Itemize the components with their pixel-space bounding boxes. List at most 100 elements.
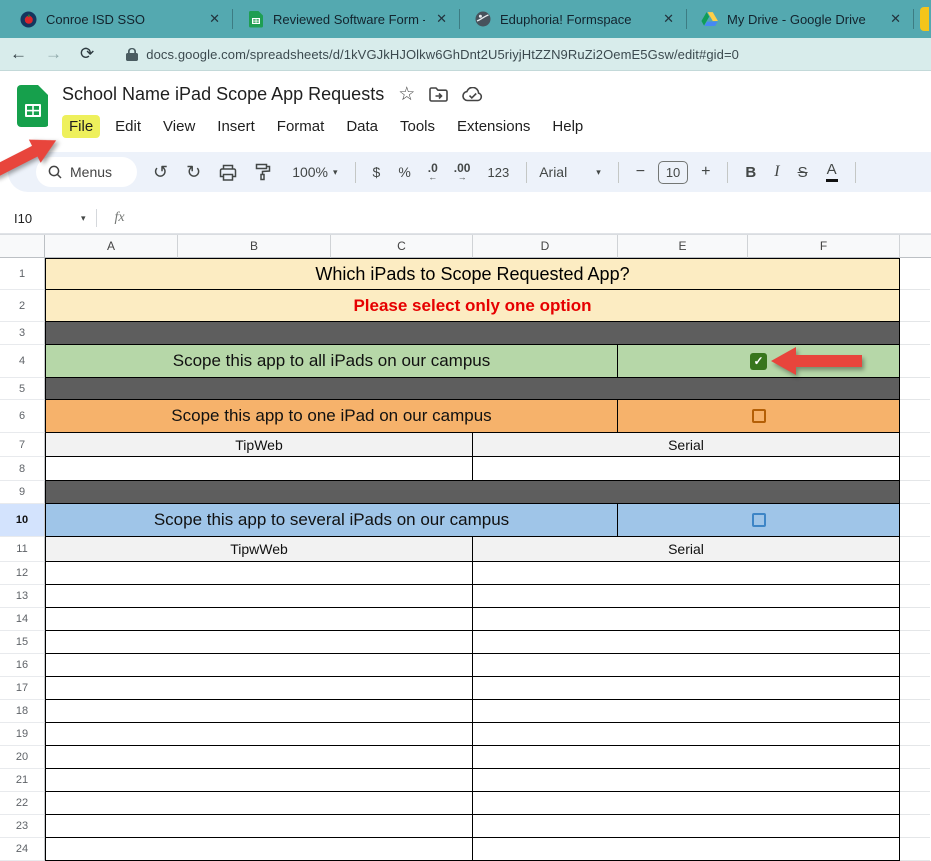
more-formats-button[interactable]: 123	[487, 165, 509, 180]
row-header-13[interactable]: 13	[0, 585, 45, 608]
corner-cell[interactable]	[0, 235, 45, 258]
menu-format[interactable]: Format	[270, 115, 332, 138]
cell-r18-right[interactable]	[473, 700, 899, 722]
partial-yellow-tab[interactable]	[920, 7, 929, 31]
format-currency-button[interactable]: $	[373, 164, 381, 180]
column-header-b[interactable]: B	[178, 235, 331, 258]
cell-r20-right[interactable]	[473, 746, 899, 768]
zoom-select[interactable]: 100%▾	[292, 164, 337, 180]
row-header-21[interactable]: 21	[0, 769, 45, 792]
text-color-button[interactable]: A	[826, 162, 838, 182]
cell-r10-checkbox-cell[interactable]	[618, 504, 899, 536]
cell-r14-right[interactable]	[473, 608, 899, 630]
tab-close-icon[interactable]: ✕	[661, 11, 676, 27]
cell-r13-left[interactable]	[46, 585, 473, 607]
cell-r17-left[interactable]	[46, 677, 473, 699]
row-header-5[interactable]: 5	[0, 378, 45, 400]
cell-r11-right[interactable]: Serial	[473, 537, 899, 561]
column-header-e[interactable]: E	[618, 235, 748, 258]
cell-r21-right[interactable]	[473, 769, 899, 791]
move-folder-icon[interactable]	[429, 87, 448, 102]
cell-r5-separator[interactable]	[46, 378, 899, 399]
cell-r7-left[interactable]: TipWeb	[46, 433, 473, 456]
cell-r21-left[interactable]	[46, 769, 473, 791]
row-header-19[interactable]: 19	[0, 723, 45, 746]
print-icon[interactable]	[219, 164, 237, 181]
back-icon[interactable]: ←	[10, 44, 27, 64]
column-header-f[interactable]: F	[748, 235, 900, 258]
row-header-18[interactable]: 18	[0, 700, 45, 723]
bold-button[interactable]: B	[745, 164, 756, 181]
cell-r4-label[interactable]: Scope this app to all iPads on our campu…	[46, 345, 618, 377]
cell-r7-right[interactable]: Serial	[473, 433, 899, 456]
undo-icon[interactable]: ↺	[153, 162, 168, 183]
cell-r22-left[interactable]	[46, 792, 473, 814]
document-title[interactable]: School Name iPad Scope App Requests	[62, 84, 384, 105]
column-header-d[interactable]: D	[473, 235, 618, 258]
paint-format-icon[interactable]	[255, 163, 271, 181]
cell-r11-left[interactable]: TipwWeb	[46, 537, 473, 561]
strikethrough-button[interactable]: S	[798, 164, 808, 181]
browser-tab[interactable]: Eduphoria! Formspace✕	[462, 0, 684, 38]
cell-r3-separator[interactable]	[46, 322, 899, 344]
chevron-down-icon[interactable]: ▾	[81, 213, 86, 224]
italic-button[interactable]: I	[774, 163, 779, 181]
cell-r12-left[interactable]	[46, 562, 473, 584]
menu-extensions[interactable]: Extensions	[450, 115, 537, 138]
menu-view[interactable]: View	[156, 115, 202, 138]
row-header-14[interactable]: 14	[0, 608, 45, 631]
cell-r23-right[interactable]	[473, 815, 899, 837]
decrease-font-size-button[interactable]: −	[636, 163, 645, 181]
row-header-20[interactable]: 20	[0, 746, 45, 769]
cell-r9-separator[interactable]	[46, 481, 899, 503]
cloud-saved-icon[interactable]	[462, 87, 484, 102]
cell-r16-left[interactable]	[46, 654, 473, 676]
row-header-4[interactable]: 4	[0, 345, 45, 378]
cell-r17-right[interactable]	[473, 677, 899, 699]
cell-r1[interactable]: Which iPads to Scope Requested App?	[46, 259, 899, 289]
row-header-23[interactable]: 23	[0, 815, 45, 838]
menu-data[interactable]: Data	[339, 115, 385, 138]
increase-decimal-button[interactable]: .00→	[454, 162, 471, 182]
cell-r19-left[interactable]	[46, 723, 473, 745]
row-header-24[interactable]: 24	[0, 838, 45, 861]
cell-r16-right[interactable]	[473, 654, 899, 676]
cell-r14-left[interactable]	[46, 608, 473, 630]
menus-search[interactable]: Menus	[36, 157, 137, 187]
cell-r20-left[interactable]	[46, 746, 473, 768]
checkbox-unchecked[interactable]	[752, 409, 766, 423]
row-header-16[interactable]: 16	[0, 654, 45, 677]
font-size-input[interactable]: 10	[658, 161, 688, 184]
star-icon[interactable]: ☆	[398, 83, 415, 106]
cell-r15-right[interactable]	[473, 631, 899, 653]
cell-r2[interactable]: Please select only one option	[46, 290, 899, 321]
cell-r6-checkbox-cell[interactable]	[618, 400, 899, 432]
menu-tools[interactable]: Tools	[393, 115, 442, 138]
column-header-c[interactable]: C	[331, 235, 473, 258]
decrease-decimal-button[interactable]: .0←	[428, 162, 438, 182]
font-select[interactable]: Arial▾	[539, 164, 601, 180]
cell-r18-left[interactable]	[46, 700, 473, 722]
row-header-6[interactable]: 6	[0, 400, 45, 433]
browser-tab[interactable]: Reviewed Software Form - Ver.✕	[235, 0, 457, 38]
menu-help[interactable]: Help	[545, 115, 590, 138]
cell-r12-right[interactable]	[473, 562, 899, 584]
menu-file[interactable]: File	[62, 115, 100, 138]
row-header-8[interactable]: 8	[0, 457, 45, 481]
row-header-1[interactable]: 1	[0, 258, 45, 290]
tab-close-icon[interactable]: ✕	[434, 11, 449, 27]
row-header-7[interactable]: 7	[0, 433, 45, 457]
increase-font-size-button[interactable]: +	[701, 163, 710, 181]
tab-close-icon[interactable]: ✕	[888, 11, 903, 27]
row-header-22[interactable]: 22	[0, 792, 45, 815]
column-header-a[interactable]: A	[45, 235, 178, 258]
cell-r19-right[interactable]	[473, 723, 899, 745]
url-text[interactable]: docs.google.com/spreadsheets/d/1kVGJkHJO…	[146, 47, 739, 62]
checkbox-unchecked[interactable]	[752, 513, 766, 527]
row-header-3[interactable]: 3	[0, 322, 45, 345]
cell-r23-left[interactable]	[46, 815, 473, 837]
row-header-17[interactable]: 17	[0, 677, 45, 700]
browser-tab[interactable]: My Drive - Google Drive✕	[689, 0, 911, 38]
cell-r8-right[interactable]	[473, 457, 899, 480]
row-header-12[interactable]: 12	[0, 562, 45, 585]
